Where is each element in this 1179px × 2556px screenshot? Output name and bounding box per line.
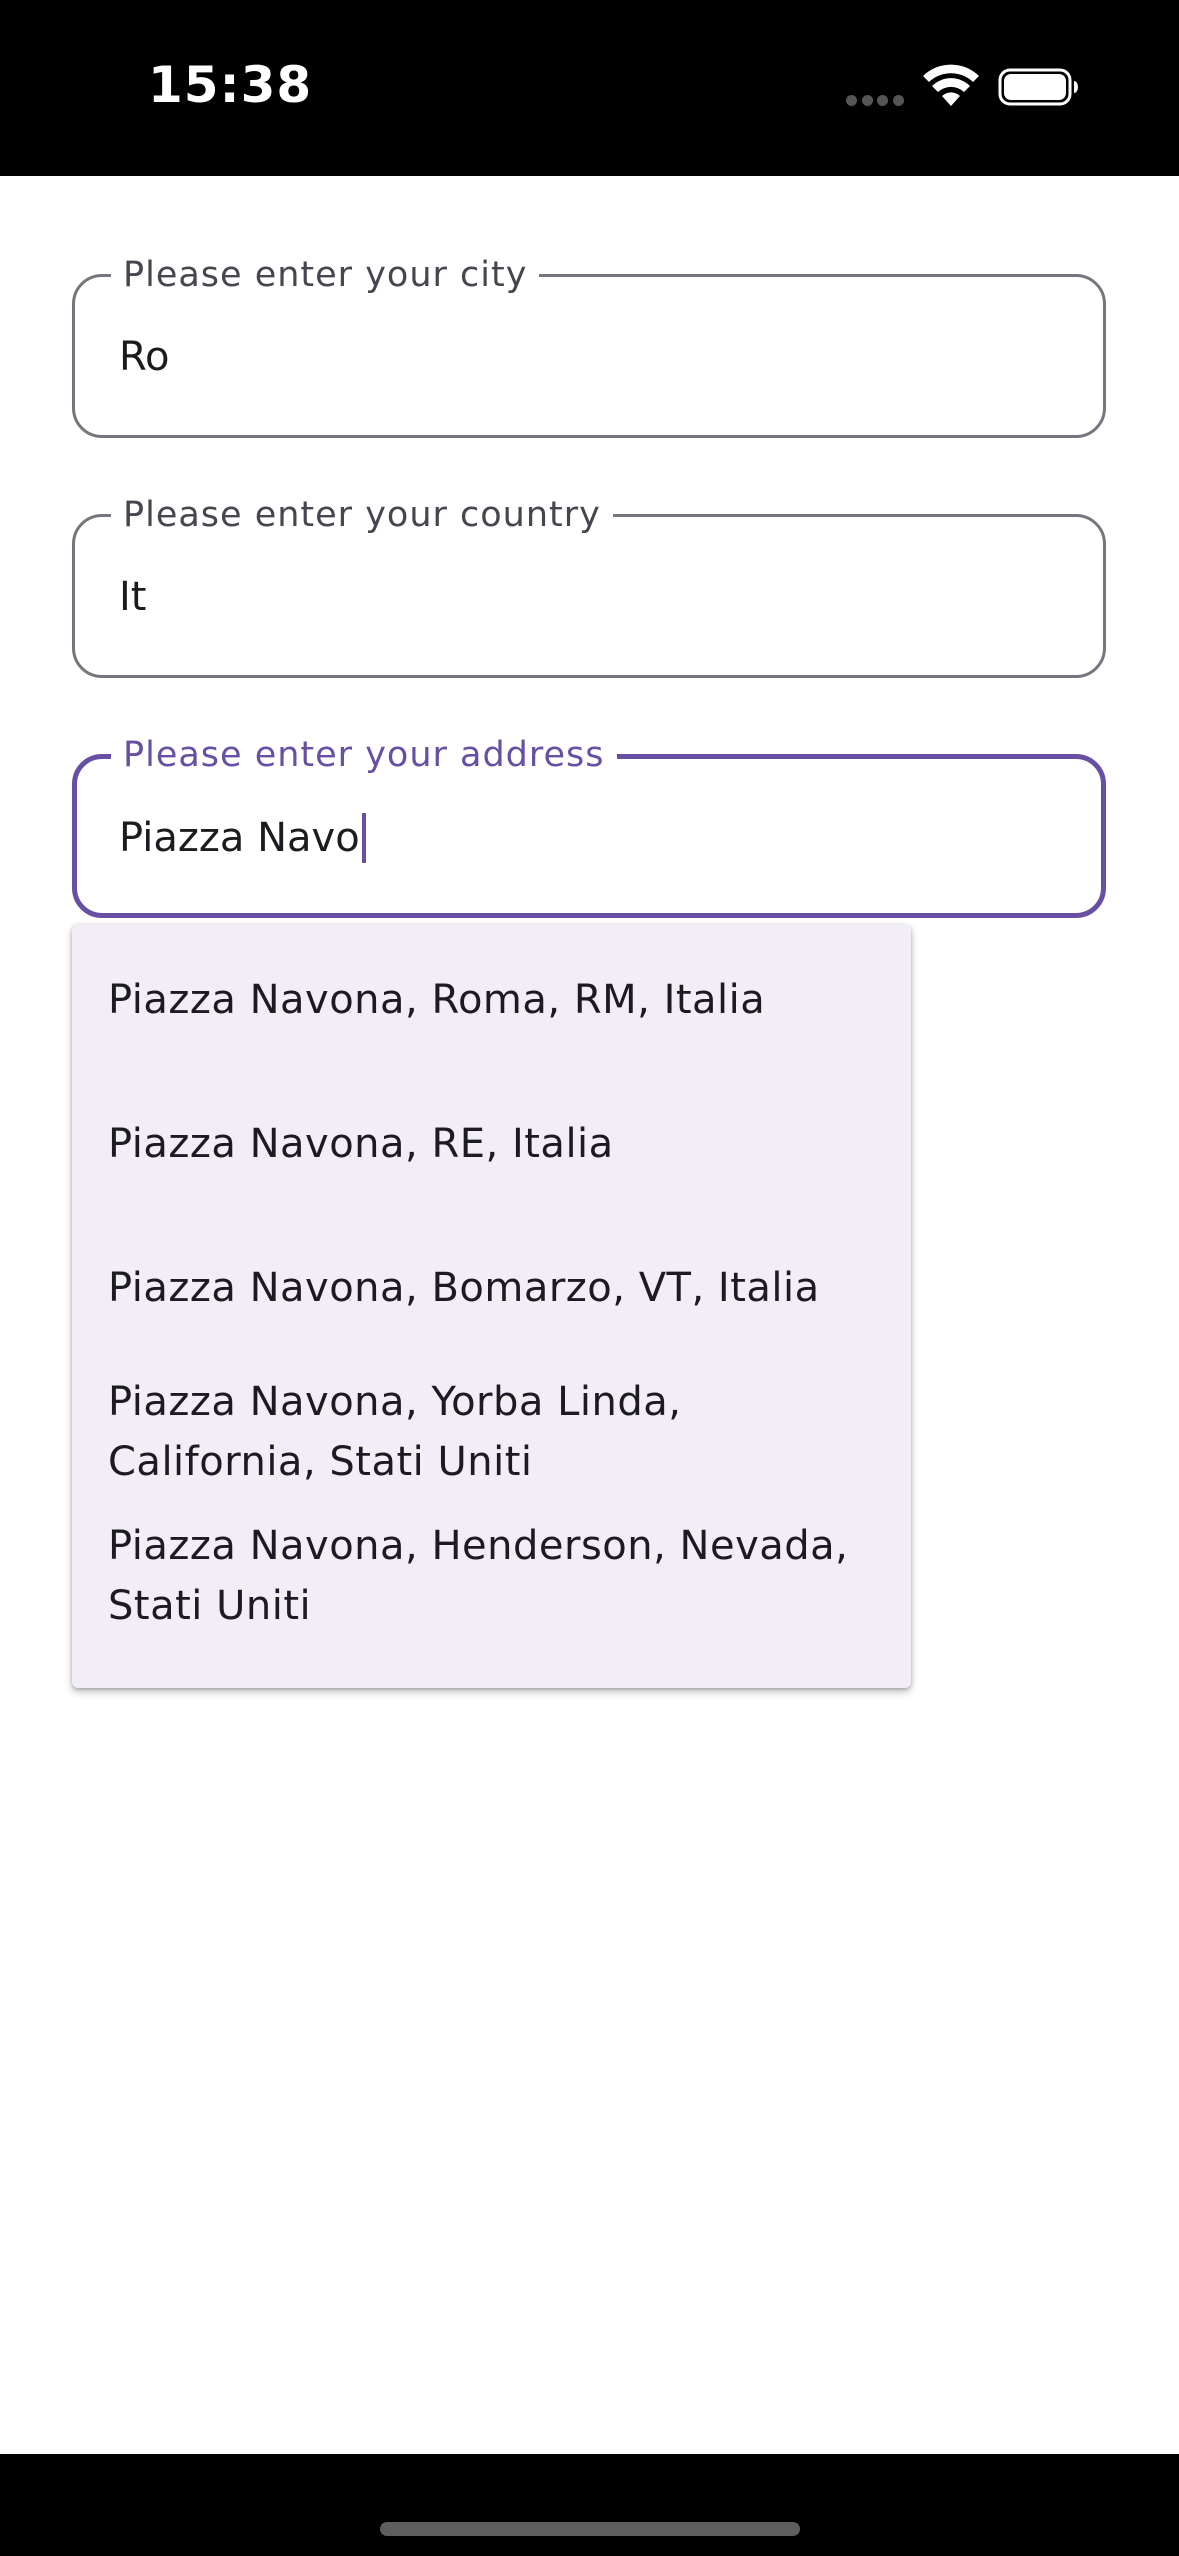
bottom-bar	[0, 2454, 1179, 2556]
signal-dots-icon	[846, 95, 904, 107]
suggestion-item[interactable]: Piazza Navona, Henderson, Nevada, Stati …	[108, 1516, 888, 1636]
battery-icon	[998, 68, 1078, 106]
wifi-icon	[923, 64, 979, 106]
city-input-value: Ro	[119, 334, 170, 380]
home-indicator[interactable]	[380, 2522, 800, 2536]
city-field[interactable]: Please enter your city Ro	[72, 255, 1106, 438]
country-field[interactable]: Please enter your country It	[72, 495, 1106, 678]
country-field-label: Please enter your country	[111, 495, 613, 535]
address-input-value: Piazza Navo	[119, 815, 360, 861]
country-input[interactable]: It	[119, 573, 146, 621]
city-input[interactable]: Ro	[119, 333, 169, 381]
suggestion-item[interactable]: Piazza Navona, Yorba Linda, California, …	[108, 1372, 888, 1492]
suggestion-item[interactable]: Piazza Navona, Bomarzo, VT, Italia	[108, 1258, 888, 1318]
status-bar: 15:38	[0, 0, 1179, 176]
text-caret	[361, 813, 366, 863]
city-field-label: Please enter your city	[111, 255, 540, 295]
suggestion-item[interactable]: Piazza Navona, RE, Italia	[108, 1114, 888, 1174]
address-field[interactable]: Please enter your address Piazza Navo	[72, 735, 1106, 918]
address-suggestions-dropdown: Piazza Navona, Roma, RM, Italia Piazza N…	[72, 924, 911, 1688]
country-input-value: It	[119, 574, 147, 620]
form-content: Please enter your city Ro Please enter y…	[0, 176, 1179, 2454]
app-screen: 15:38 Please enter your city Ro Please e…	[0, 0, 1179, 2556]
suggestion-item[interactable]: Piazza Navona, Roma, RM, Italia	[108, 970, 888, 1030]
address-input[interactable]: Piazza Navo	[119, 813, 366, 863]
address-field-label: Please enter your address	[111, 735, 617, 775]
status-time: 15:38	[148, 56, 313, 114]
